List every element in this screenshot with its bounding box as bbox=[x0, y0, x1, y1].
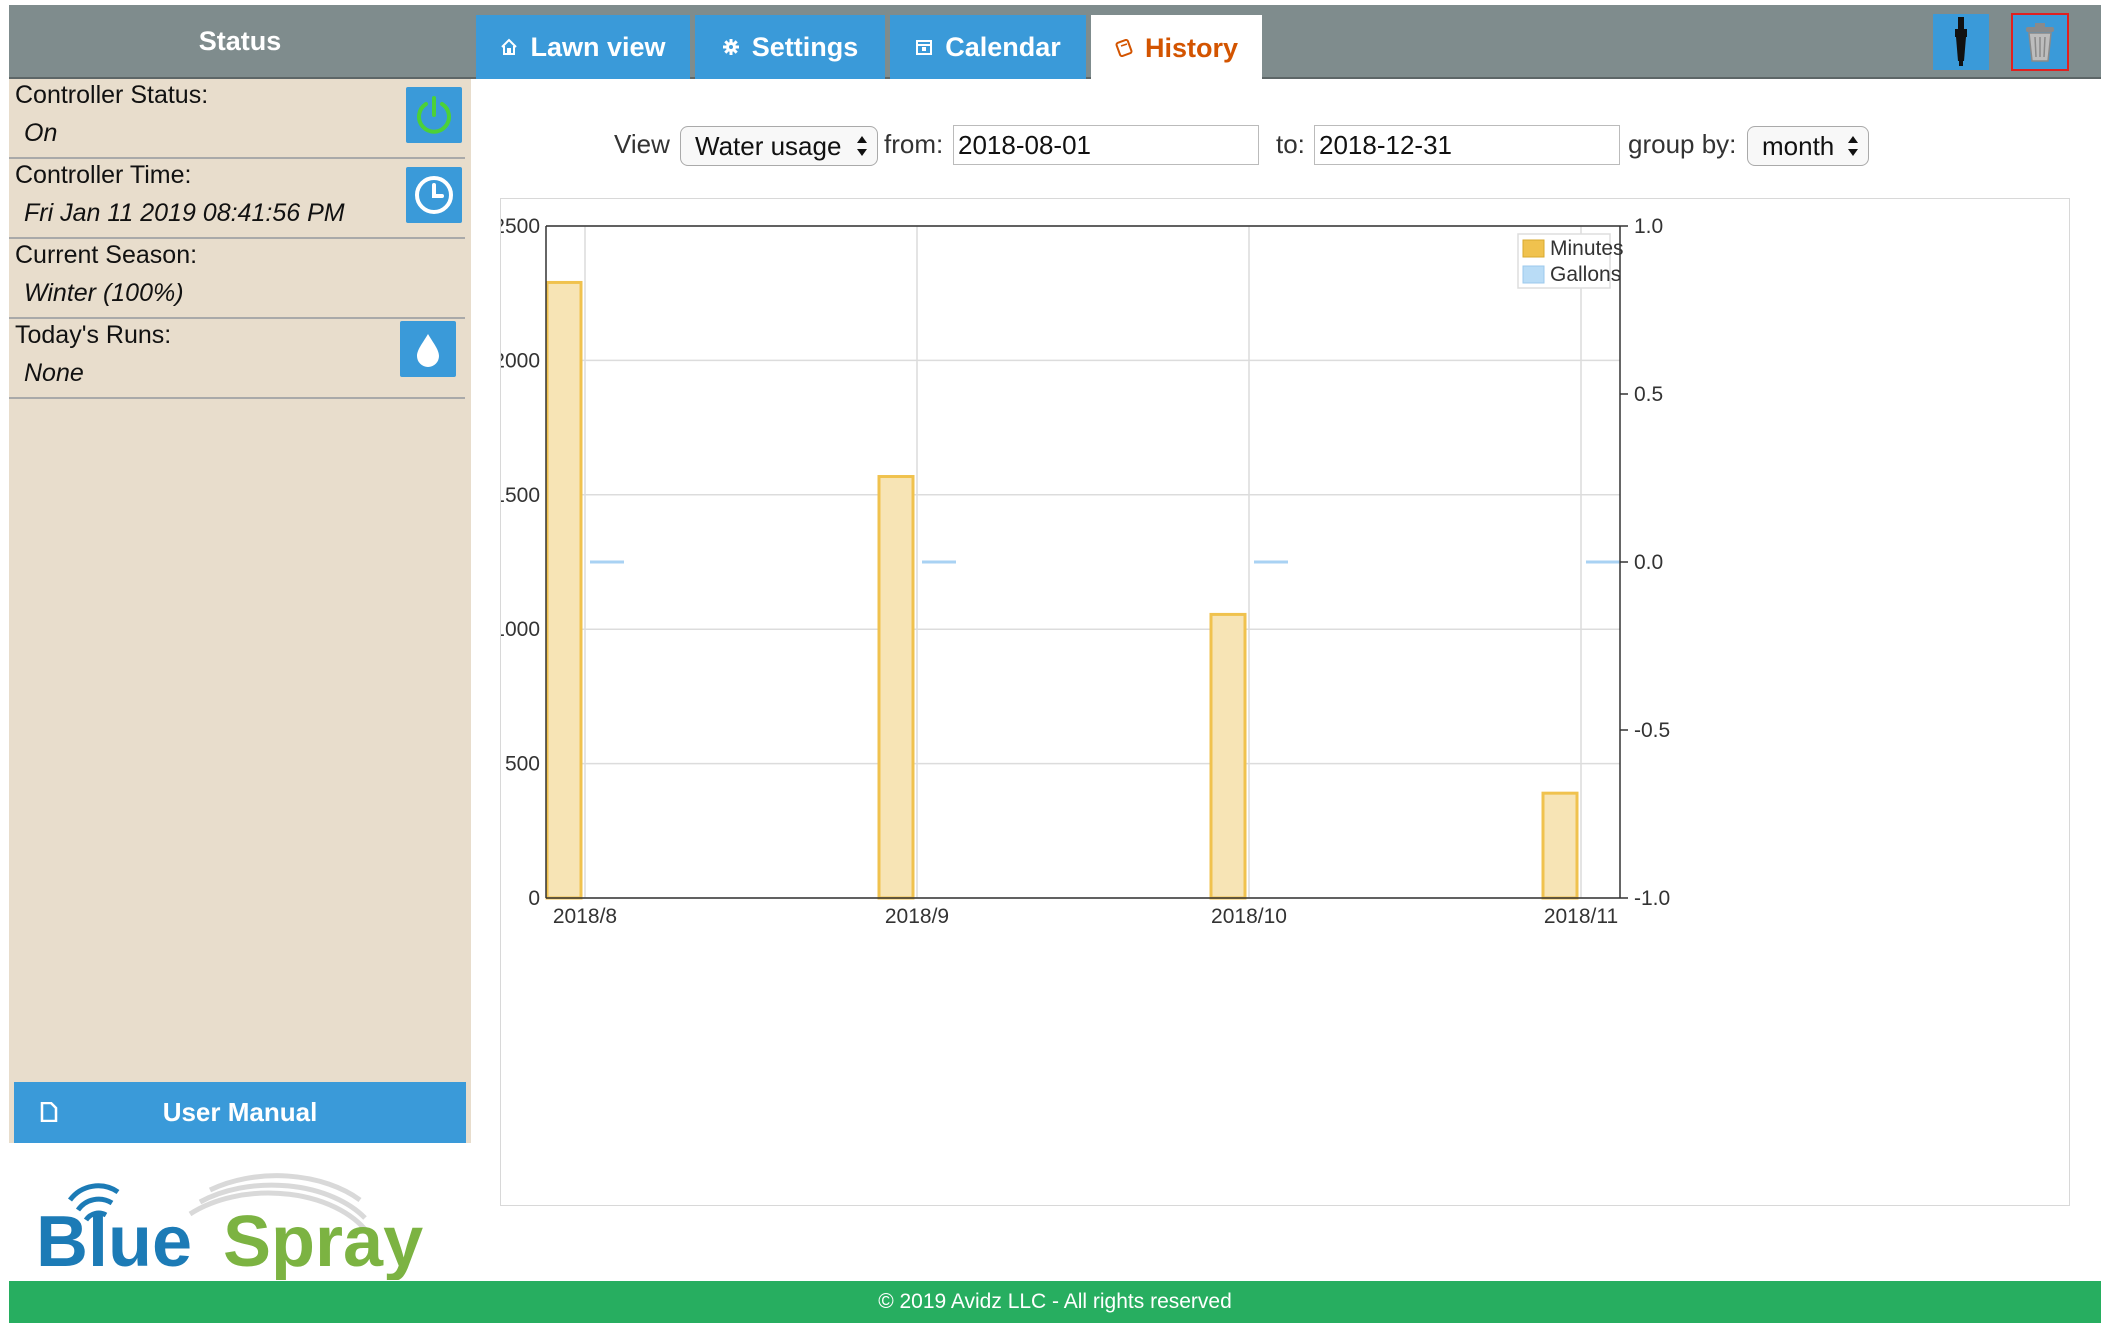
gear-icon bbox=[722, 39, 739, 55]
current-season-label: Current Season: bbox=[15, 241, 198, 269]
minutes-bar[interactable] bbox=[1541, 791, 1579, 900]
y-tick-label: 1000 bbox=[501, 618, 540, 641]
view-select-value: Water usage bbox=[695, 130, 842, 161]
sidebar-title: Status bbox=[9, 5, 471, 79]
status-sidebar: Status Controller Status: On Controller … bbox=[9, 5, 471, 1143]
controller-time-row: Controller Time: Fri Jan 11 2019 08:41:5… bbox=[9, 159, 465, 239]
logo-text-blue: Blue bbox=[36, 1202, 192, 1280]
select-arrows-icon bbox=[857, 136, 867, 156]
x-tick-label: 2018/11 bbox=[1544, 905, 1618, 928]
logo-text-spray: Spray bbox=[223, 1202, 423, 1280]
group-by-select[interactable]: month bbox=[1747, 126, 1869, 166]
y-tick-label: 2000 bbox=[501, 349, 540, 372]
user-manual-button[interactable]: User Manual bbox=[14, 1082, 466, 1143]
x-tick-label: 2018/9 bbox=[885, 905, 949, 928]
minutes-bar[interactable] bbox=[545, 280, 583, 900]
y-tick-label: 500 bbox=[505, 753, 540, 776]
controller-status-row: Controller Status: On bbox=[9, 79, 465, 159]
controller-time-value: Fri Jan 11 2019 08:41:56 PM bbox=[24, 199, 345, 227]
from-date-input[interactable] bbox=[953, 125, 1259, 165]
to-label: to: bbox=[1276, 129, 1305, 159]
history-icon bbox=[1115, 39, 1133, 57]
legend-swatch-gallons bbox=[1522, 265, 1545, 284]
y2-tick-label: 1.0 bbox=[1634, 215, 1663, 238]
home-icon bbox=[501, 38, 518, 55]
controller-status-label: Controller Status: bbox=[15, 81, 209, 109]
clock-icon bbox=[415, 176, 453, 214]
todays-runs-label: Today's Runs: bbox=[15, 321, 172, 349]
y-tick-label: 1500 bbox=[501, 484, 540, 507]
tab-calendar-label: Calendar bbox=[945, 31, 1061, 62]
controller-time-label: Controller Time: bbox=[15, 161, 192, 189]
y-tick-label: 2500 bbox=[501, 215, 540, 238]
view-label: View bbox=[614, 129, 670, 159]
power-button[interactable] bbox=[406, 87, 462, 143]
minutes-bar[interactable] bbox=[877, 475, 915, 900]
water-now-button[interactable] bbox=[400, 321, 456, 377]
tab-lawn-view-label: Lawn view bbox=[530, 31, 666, 62]
todays-runs-row: Today's Runs: None bbox=[9, 319, 465, 399]
current-season-row: Current Season: Winter (100%) bbox=[9, 239, 465, 319]
y-tick-label: 0 bbox=[528, 887, 540, 910]
tab-lawn-view[interactable]: Lawn view bbox=[476, 15, 690, 79]
controller-status-value: On bbox=[24, 119, 58, 147]
tab-history-label: History bbox=[1144, 32, 1239, 63]
water-drop-icon bbox=[417, 334, 439, 367]
y2-tick-label: 0.0 bbox=[1634, 551, 1663, 574]
user-manual-label: User Manual bbox=[162, 1097, 318, 1127]
bluespray-logo: Blue Spray bbox=[30, 1140, 450, 1282]
footer-copyright: © 2019 Avidz LLC - All rights reserved bbox=[9, 1281, 2101, 1323]
power-icon bbox=[417, 96, 451, 134]
trash-icon bbox=[2026, 23, 2054, 62]
select-arrows-icon bbox=[1848, 136, 1858, 156]
y2-tick-label: 0.5 bbox=[1634, 383, 1663, 406]
sprinkler-button[interactable] bbox=[1933, 14, 1989, 70]
tab-calendar[interactable]: Calendar bbox=[890, 15, 1086, 79]
legend-label-minutes: Minutes bbox=[1550, 237, 1624, 260]
from-label: from: bbox=[884, 129, 944, 159]
y2-tick-label: -1.0 bbox=[1634, 887, 1670, 910]
x-tick-label: 2018/10 bbox=[1211, 905, 1287, 928]
tab-history[interactable]: History bbox=[1091, 15, 1262, 81]
legend-swatch-minutes bbox=[1522, 239, 1545, 258]
top-navigation: Lawn view Settings Calendar History bbox=[471, 5, 2101, 81]
calendar-icon bbox=[916, 40, 933, 55]
history-chart: 0 500 1000 1500 2000 2500 -1.0 -0.5 0.0 0.5 1.0 201… bbox=[500, 198, 2070, 1206]
group-by-label: group by: bbox=[1628, 129, 1737, 159]
view-select[interactable]: Water usage bbox=[680, 126, 878, 166]
todays-runs-value: None bbox=[24, 359, 84, 387]
minutes-bar[interactable] bbox=[1209, 612, 1247, 900]
trash-button[interactable] bbox=[2011, 13, 2069, 71]
x-tick-label: 2018/8 bbox=[553, 905, 617, 928]
current-season-value: Winter (100%) bbox=[24, 279, 184, 307]
tab-settings[interactable]: Settings bbox=[695, 15, 885, 79]
to-date-input[interactable] bbox=[1314, 125, 1620, 165]
clock-button[interactable] bbox=[406, 167, 462, 223]
y2-tick-label: -0.5 bbox=[1634, 719, 1670, 742]
chart-svg: 0 500 1000 1500 2000 2500 -1.0 -0.5 0.0 0.5 1.0 201… bbox=[501, 215, 1670, 928]
sprinkler-icon bbox=[1955, 17, 1967, 66]
tab-settings-label: Settings bbox=[751, 31, 859, 62]
document-icon bbox=[40, 1102, 58, 1122]
legend-label-gallons: Gallons bbox=[1550, 263, 1621, 286]
group-by-select-value: month bbox=[1762, 130, 1835, 161]
